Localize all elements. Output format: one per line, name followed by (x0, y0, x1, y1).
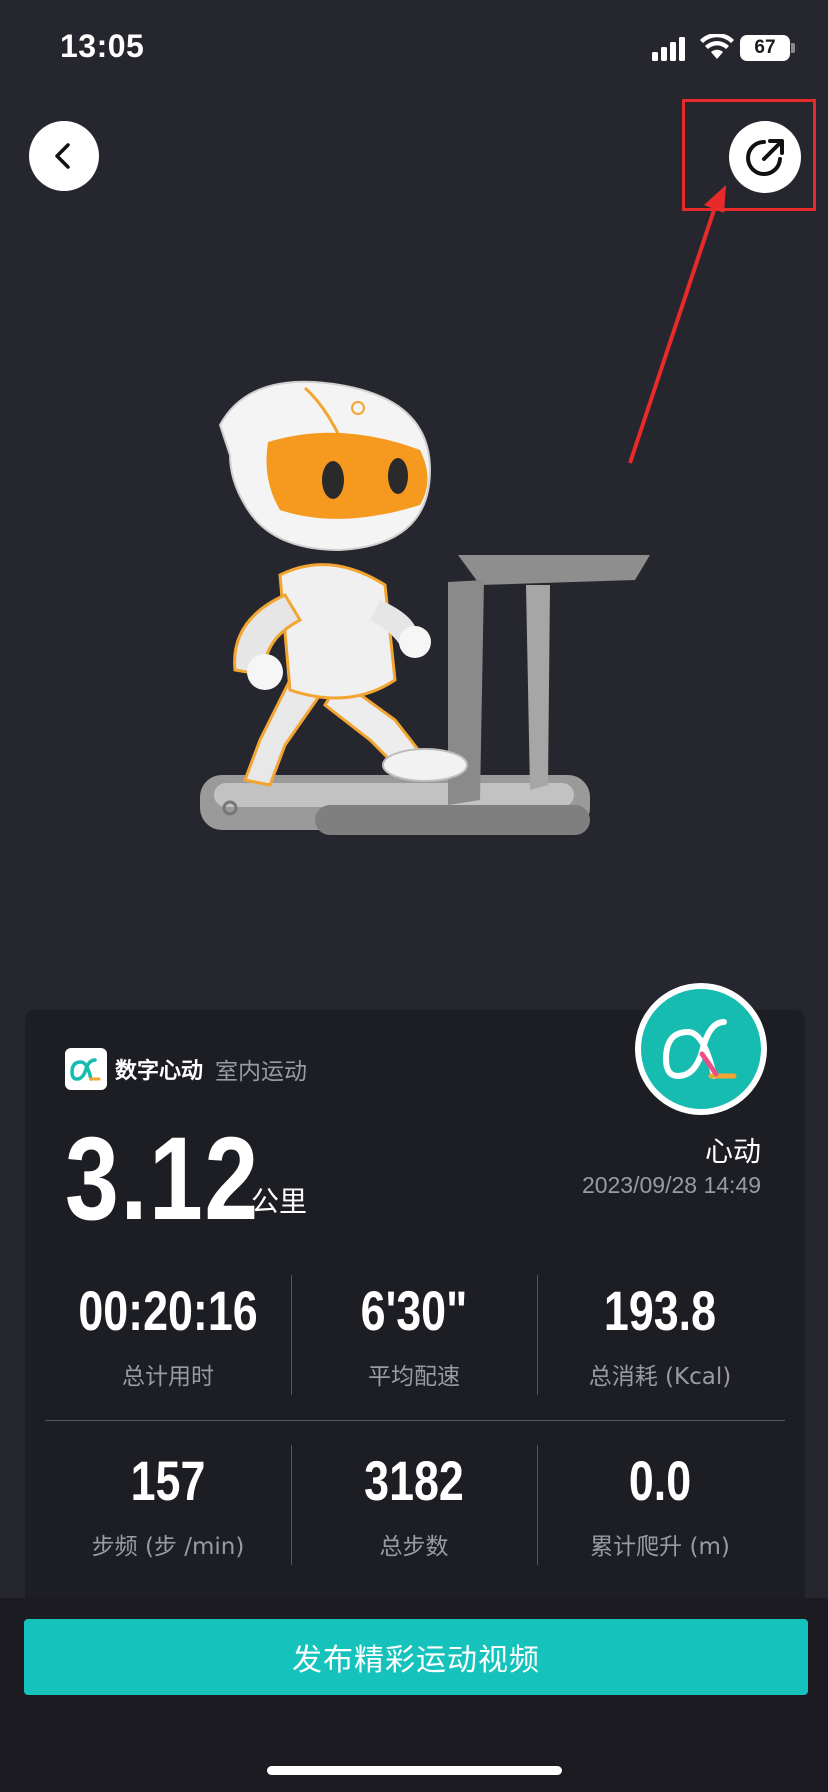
metric-elevation: 0.0 累计爬升 (m) (537, 1445, 783, 1567)
metric-calories: 193.8 总消耗 (Kcal) (537, 1275, 783, 1397)
distance-value: 3.12 (65, 1113, 260, 1245)
publish-video-button[interactable]: 发布精彩运动视频 (24, 1619, 808, 1695)
metric-value: 3182 (364, 1449, 464, 1512)
metric-cadence: 157 步频 (步 /min) (45, 1445, 291, 1567)
battery-tip (791, 43, 795, 53)
distance-unit: 公里 (251, 1185, 308, 1218)
signal-icon (652, 37, 685, 61)
metric-value: 157 (130, 1449, 206, 1512)
battery-level: 67 (754, 37, 776, 58)
record-date: 2023/09/28 14:49 (581, 1172, 761, 1198)
wifi-icon (700, 34, 734, 59)
metric-label: 总步数 (379, 1534, 449, 1560)
metric-average-pace: 6'30" 平均配速 (291, 1275, 537, 1397)
metric-label: 总计用时 (122, 1364, 214, 1390)
status-bar: 13:05 67 (0, 0, 828, 100)
metric-label: 步频 (步 /min) (91, 1534, 245, 1560)
metric-label: 累计爬升 (m) (590, 1534, 730, 1560)
metric-divider (45, 1420, 785, 1421)
metric-value: 193.8 (603, 1279, 717, 1342)
avatar-image (641, 989, 761, 1109)
brand-name: 数字心动 (115, 1059, 204, 1084)
battery-icon: 67 (740, 35, 790, 61)
metric-row: 157 步频 (步 /min) 3182 总步数 0.0 累计爬升 (m) (45, 1445, 785, 1567)
avatar[interactable] (635, 983, 767, 1115)
metric-row: 00:20:16 总计用时 6'30" 平均配速 193.8 总消耗 (Kcal… (45, 1275, 785, 1397)
metric-value: 6'30" (360, 1279, 468, 1342)
metric-value: 0.0 (628, 1449, 692, 1512)
activity-type: 室内运动 (215, 1059, 308, 1085)
chevron-left-icon (55, 143, 70, 169)
user-name: 心动 (704, 1135, 761, 1168)
workout-summary-card: 数字心动 室内运动 3.12 公里 心动 2023/09/28 14:49 00… (25, 983, 805, 1630)
metric-label: 平均配速 (368, 1364, 460, 1390)
brand-row: 数字心动 室内运动 (65, 1048, 307, 1090)
metric-total-time: 00:20:16 总计用时 (45, 1275, 291, 1397)
metric-label: 总消耗 (Kcal) (588, 1364, 732, 1390)
status-time: 13:05 (60, 28, 145, 64)
alpha-logo-icon (65, 1048, 107, 1090)
metric-grid: 00:20:16 总计用时 6'30" 平均配速 193.8 总消耗 (Kcal… (45, 1275, 785, 1567)
metric-value: 00:20:16 (78, 1279, 258, 1342)
home-indicator[interactable] (267, 1766, 562, 1775)
back-button[interactable] (29, 121, 99, 191)
running-mascot-illustration (200, 380, 650, 835)
metric-total-steps: 3182 总步数 (291, 1445, 537, 1567)
